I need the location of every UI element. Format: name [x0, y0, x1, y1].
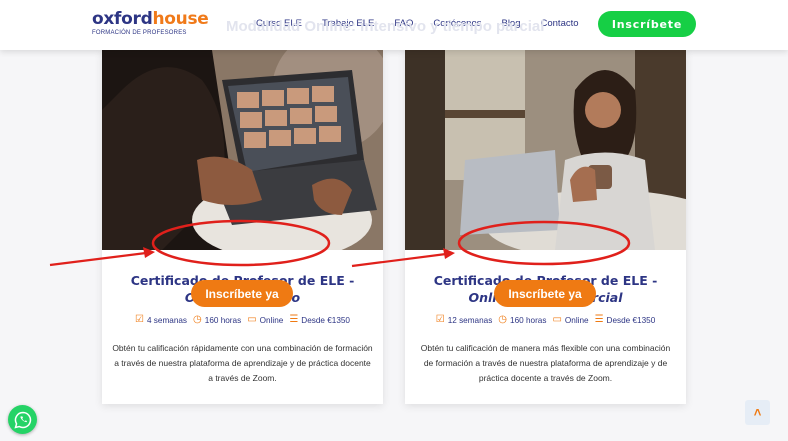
- logo-subtitle: FORMACIÓN DE PROFESORES: [92, 30, 187, 36]
- main-nav: Curso ELE Trabajo ELE FAQ Conócenos Blog…: [256, 18, 599, 29]
- course-hours: 160 horas: [204, 315, 242, 325]
- laptop-icon: ▭: [247, 314, 257, 325]
- course-duration: 12 semanas: [447, 315, 493, 325]
- course-card-part-time: Inscríbete ya Certificado de Profesor de…: [405, 50, 686, 404]
- nav-blog[interactable]: Blog: [501, 18, 520, 29]
- course-hours: 160 horas: [510, 315, 547, 325]
- course-photo-cafe: [405, 50, 686, 250]
- clock-icon: ◷: [498, 314, 508, 325]
- calendar-check-icon: ☑: [135, 314, 144, 325]
- course-photo-video-call: [102, 50, 383, 250]
- course-meta: ☑ 12 semanas ◷ 160 horas ▭ Online ☰ Desde €1…: [405, 315, 686, 325]
- cart-icon: ☰: [289, 314, 299, 325]
- course-description: Obtén tu calificación de manera más flex…: [420, 343, 671, 383]
- course-mode: Online: [259, 315, 284, 325]
- whatsapp-icon[interactable]: [8, 405, 37, 434]
- enroll-button[interactable]: Inscríbete ya: [191, 280, 293, 307]
- enroll-button[interactable]: Inscríbete ya: [494, 280, 596, 307]
- course-mode: Online: [564, 315, 589, 325]
- oxfordhouse-logo[interactable]: oxfordhouse FORMACIÓN DE PROFESORES: [92, 9, 209, 36]
- course-price: Desde €1350: [301, 315, 350, 325]
- nav-curso-ele[interactable]: Curso ELE: [256, 18, 302, 29]
- course-description: Obtén tu calificación rápidamente con un…: [112, 343, 373, 383]
- double-chevron-up-icon[interactable]: ˄: [745, 400, 770, 425]
- clock-icon: ◷: [193, 314, 202, 325]
- nav-faq[interactable]: FAQ: [394, 18, 413, 29]
- nav-contacto[interactable]: Contacto: [541, 18, 579, 29]
- calendar-check-icon: ☑: [435, 314, 445, 325]
- inscribete-header-button[interactable]: Inscríbete: [598, 11, 696, 37]
- site-header: oxfordhouse FORMACIÓN DE PROFESORES Curs…: [0, 0, 788, 50]
- course-meta: ☑ 4 semanas ◷ 160 horas ▭ Online ☰ Desde €13…: [102, 315, 383, 325]
- course-price: Desde €1350: [606, 315, 656, 325]
- laptop-icon: ▭: [552, 314, 562, 325]
- logo-oxford: oxford: [92, 9, 153, 29]
- course-card-intensive: Inscríbete ya Certificado de Profesor de…: [102, 50, 383, 404]
- nav-trabajo-ele[interactable]: Trabajo ELE: [322, 18, 374, 29]
- logo-house: house: [152, 9, 209, 29]
- nav-conocenos[interactable]: Conócenos: [433, 18, 481, 29]
- cart-icon: ☰: [594, 314, 604, 325]
- course-duration: 4 semanas: [146, 315, 188, 325]
